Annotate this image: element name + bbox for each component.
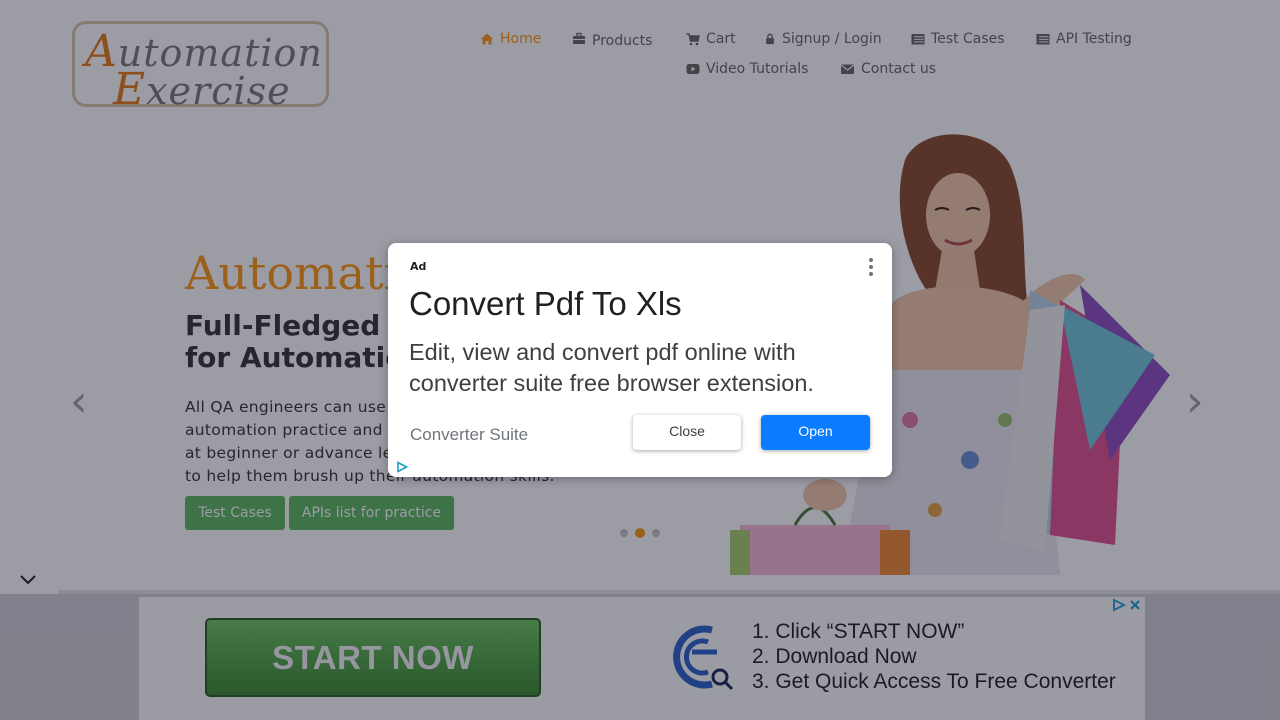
interstitial-ad-dialog: Ad Convert Pdf To Xls Edit, view and con… [388, 243, 892, 477]
ad-description: Edit, view and convert pdf online with c… [409, 339, 814, 396]
page: Automation Exercise Home Products Cart S… [0, 0, 1280, 720]
ad-label: Ad [410, 260, 427, 273]
ad-brand: Converter Suite [410, 425, 529, 444]
open-button[interactable]: Open [761, 415, 870, 450]
close-button[interactable]: Close [633, 415, 741, 450]
adchoices-icon[interactable] [396, 461, 408, 473]
ad-title[interactable]: Convert Pdf To Xls [409, 285, 682, 323]
more-options-icon[interactable] [868, 257, 874, 277]
